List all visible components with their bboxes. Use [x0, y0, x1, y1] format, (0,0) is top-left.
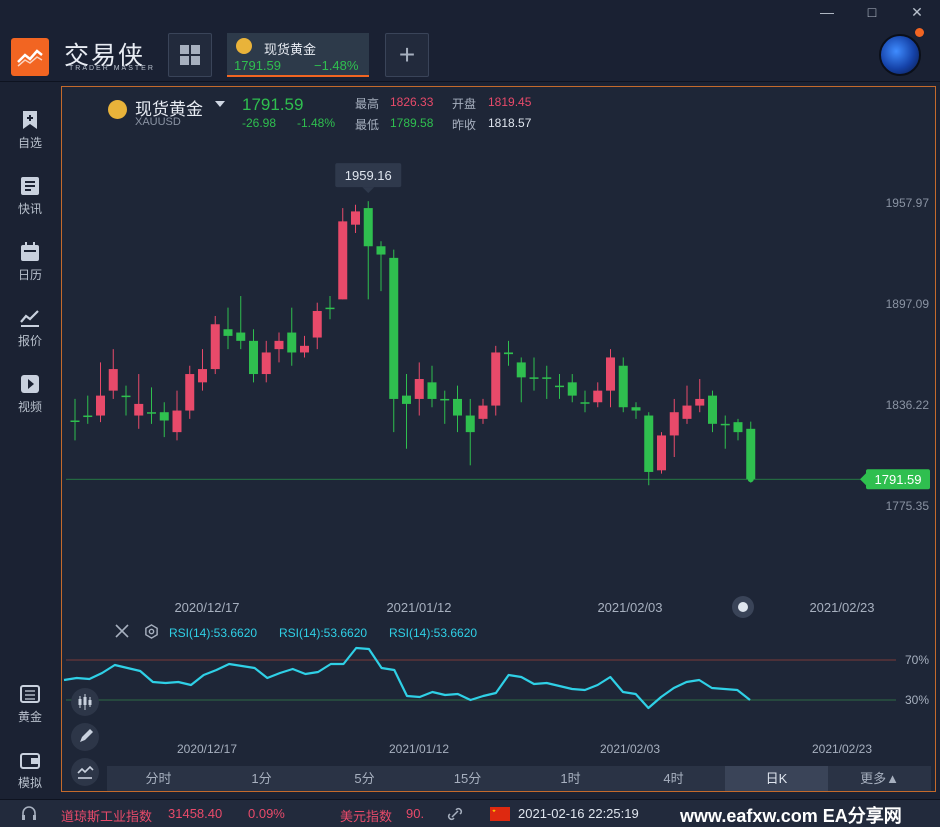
scroll-latest-button[interactable]: [732, 596, 754, 618]
sidebar: 自选 快讯 日历 报价 视频 黄金 模拟: [0, 83, 60, 799]
timeframe-tab[interactable]: 5分: [313, 766, 416, 791]
datetime: 2021-02-16 22:25:19: [518, 806, 639, 821]
bookmark-plus-icon: [23, 111, 37, 129]
timeframe-tab[interactable]: 1时: [519, 766, 622, 791]
link-icon[interactable]: [446, 805, 464, 826]
timeframe-more[interactable]: 更多▲: [828, 766, 931, 791]
prev-close-label: 昨收: [452, 118, 477, 132]
low-value: 1789.58: [390, 116, 434, 130]
gold-coin-icon: [108, 100, 127, 119]
high-label: 最高: [355, 97, 380, 111]
timeframe-tab[interactable]: 1分: [210, 766, 313, 791]
settings-gear-icon[interactable]: [144, 624, 159, 639]
quote-change: -26.98: [242, 116, 277, 130]
news-list-icon: [21, 177, 39, 195]
sidebar-item-gold[interactable]: 黄金: [0, 669, 60, 729]
pencil-icon: [80, 729, 93, 742]
low-label: 最低: [355, 118, 380, 132]
layout-grid-button[interactable]: [168, 33, 212, 77]
timeframe-tab[interactable]: 4时: [622, 766, 725, 791]
grid-icon: [180, 45, 200, 65]
trend-line-icon: [20, 310, 39, 327]
sidebar-item-label: 报价: [17, 334, 42, 348]
indicator-icon: [77, 765, 94, 779]
ticker-index2-name[interactable]: 美元指数: [340, 806, 392, 825]
tab-name: 现货黄金: [264, 42, 317, 57]
prev-close-value: 1818.57: [488, 116, 532, 130]
dot-icon: [738, 602, 748, 612]
quote-change-pct: -1.48%: [297, 116, 336, 130]
open-label: 开盘: [452, 97, 477, 111]
ticker-index1-name[interactable]: 道琼斯工业指数: [61, 806, 152, 825]
maximize-icon[interactable]: □: [864, 4, 880, 20]
sidebar-item-quotes[interactable]: 报价: [0, 293, 60, 353]
wallet-icon: [20, 753, 40, 769]
draw-tool-button[interactable]: [71, 723, 99, 751]
indicator-button[interactable]: [71, 758, 99, 786]
avatar[interactable]: [879, 34, 921, 76]
sidebar-item-news[interactable]: 快讯: [0, 161, 60, 221]
quote-price: 1791.59: [242, 95, 304, 114]
candle-type-button[interactable]: [71, 688, 99, 716]
sidebar-item-label: 日历: [17, 268, 42, 282]
tab-gold-quote[interactable]: 现货黄金 1791.59 −1.48%: [227, 33, 369, 77]
headset-icon[interactable]: [20, 805, 38, 826]
china-flag-icon: [490, 807, 510, 821]
add-tab-button[interactable]: +: [385, 33, 429, 77]
app-logo-icon: [11, 38, 49, 76]
chevron-down-icon[interactable]: [215, 101, 225, 107]
timeframe-tab-active[interactable]: 日K: [725, 766, 828, 791]
ticker-index1-pct: 0.09%: [248, 806, 285, 821]
timeframe-bar: 分时 1分 5分 15分 1时 4时 日K 更多▲: [107, 766, 931, 791]
sidebar-item-label: 视频: [17, 400, 42, 414]
video-play-icon: [21, 375, 39, 393]
footer-ticker: 道琼斯工业指数 31458.40 0.09% 美元指数 90. 2021-02-…: [0, 799, 940, 827]
open-value: 1819.45: [488, 95, 532, 109]
sidebar-item-label: 快讯: [17, 202, 42, 216]
quote-header: 现货黄金 XAUUSD 1791.59 -26.98 -1.48% 最高 182…: [108, 94, 568, 132]
gold-bar-icon: [20, 685, 40, 703]
ticker-index2-value: 90.: [406, 806, 425, 821]
ticker-index1-value: 31458.40: [168, 806, 223, 821]
sidebar-item-label: 黄金: [17, 710, 42, 724]
chart-panel[interactable]: [61, 86, 936, 792]
sidebar-item-video[interactable]: 视频: [0, 359, 60, 419]
close-icon[interactable]: ✕: [909, 4, 925, 20]
top-bar: — □ ✕ 交易侠 TRADER MASTER 现货黄金 1791.59 −1.…: [0, 0, 940, 82]
tab-price: 1791.59: [234, 58, 281, 73]
calendar-icon: [21, 242, 39, 261]
watermark-text: www.eafxw.com EA分享网: [680, 806, 902, 826]
sidebar-item-watchlist[interactable]: 自选: [0, 95, 60, 155]
sidebar-item-simulate[interactable]: 模拟: [0, 735, 60, 795]
timeframe-tab[interactable]: 15分: [416, 766, 519, 791]
minimize-icon[interactable]: —: [819, 4, 835, 20]
app-logo-subtitle: TRADER MASTER: [69, 65, 155, 72]
sidebar-item-label: 自选: [17, 136, 42, 150]
gold-coin-icon: [236, 38, 252, 54]
tab-change: −1.48%: [314, 58, 359, 73]
candle-type-icon: [78, 694, 92, 710]
high-value: 1826.33: [390, 95, 434, 109]
timeframe-tab[interactable]: 分时: [107, 766, 210, 791]
quote-symbol: XAUUSD: [135, 116, 181, 128]
close-indicator-icon[interactable]: [114, 623, 130, 639]
sidebar-item-calendar[interactable]: 日历: [0, 227, 60, 287]
notification-dot: [915, 28, 924, 37]
sidebar-item-label: 模拟: [17, 776, 42, 790]
